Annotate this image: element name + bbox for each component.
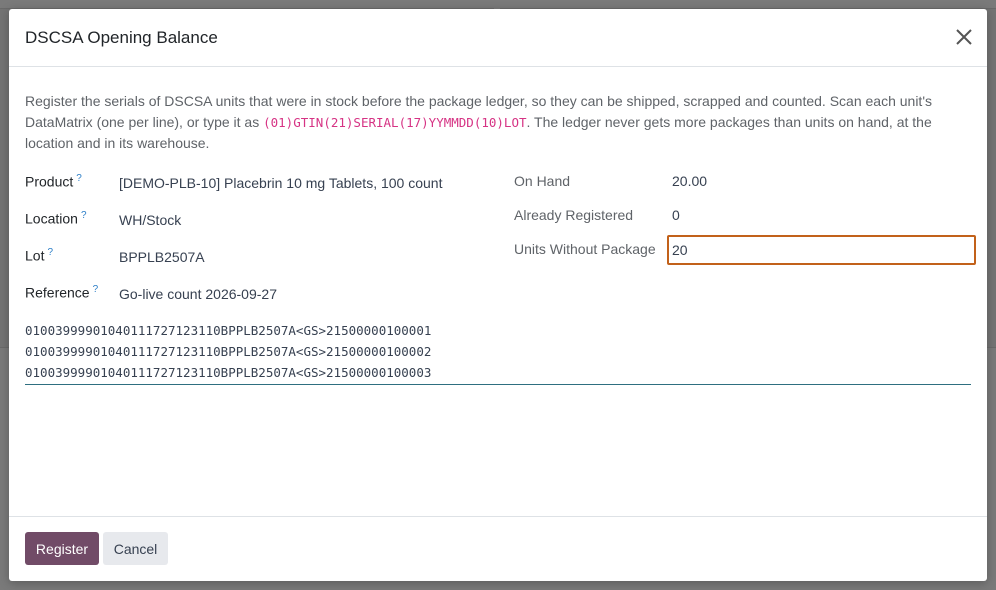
- location-value: WH/Stock: [119, 212, 182, 228]
- cancel-button[interactable]: Cancel: [103, 532, 168, 565]
- lot-value: BPPLB2507A: [119, 249, 205, 265]
- units-without-package-label: Units Without Package: [514, 241, 656, 257]
- help-icon[interactable]: ?: [76, 173, 82, 184]
- on-hand-label: On Hand: [514, 173, 571, 189]
- help-icon[interactable]: ?: [81, 210, 87, 221]
- on-hand-value: 20.00: [672, 173, 708, 189]
- already-registered-label: Already Registered: [514, 207, 634, 223]
- location-label: Location?: [25, 210, 87, 227]
- register-button[interactable]: Register: [25, 532, 99, 565]
- serial-format-code: (01)GTIN(21)SERIAL(17)YYMMDD(10)LOT: [263, 115, 527, 130]
- product-label: Product?: [25, 173, 82, 190]
- reference-label: Reference?: [25, 284, 99, 301]
- opening-balance-dialog: DSCSA Opening Balance Register the seria…: [9, 9, 987, 581]
- already-registered-value: 0: [672, 207, 680, 223]
- dialog-footer: Register Cancel: [9, 516, 987, 581]
- units-without-package-input[interactable]: [667, 235, 976, 265]
- dialog-description: Register the serials of DSCSA units that…: [25, 91, 965, 154]
- lot-label: Lot?: [25, 247, 54, 264]
- product-value: [DEMO-PLB-10] Placebrin 10 mg Tablets, 1…: [119, 175, 443, 191]
- serials-input[interactable]: 01003999901040111727123110BPPLB2507A<GS>…: [25, 320, 971, 385]
- reference-value: Go-live count 2026-09-27: [119, 286, 277, 302]
- help-icon[interactable]: ?: [93, 284, 99, 295]
- help-icon[interactable]: ?: [47, 247, 53, 258]
- dialog-title: DSCSA Opening Balance: [25, 28, 218, 47]
- dialog-header: DSCSA Opening Balance: [9, 9, 987, 67]
- close-icon[interactable]: [953, 26, 975, 48]
